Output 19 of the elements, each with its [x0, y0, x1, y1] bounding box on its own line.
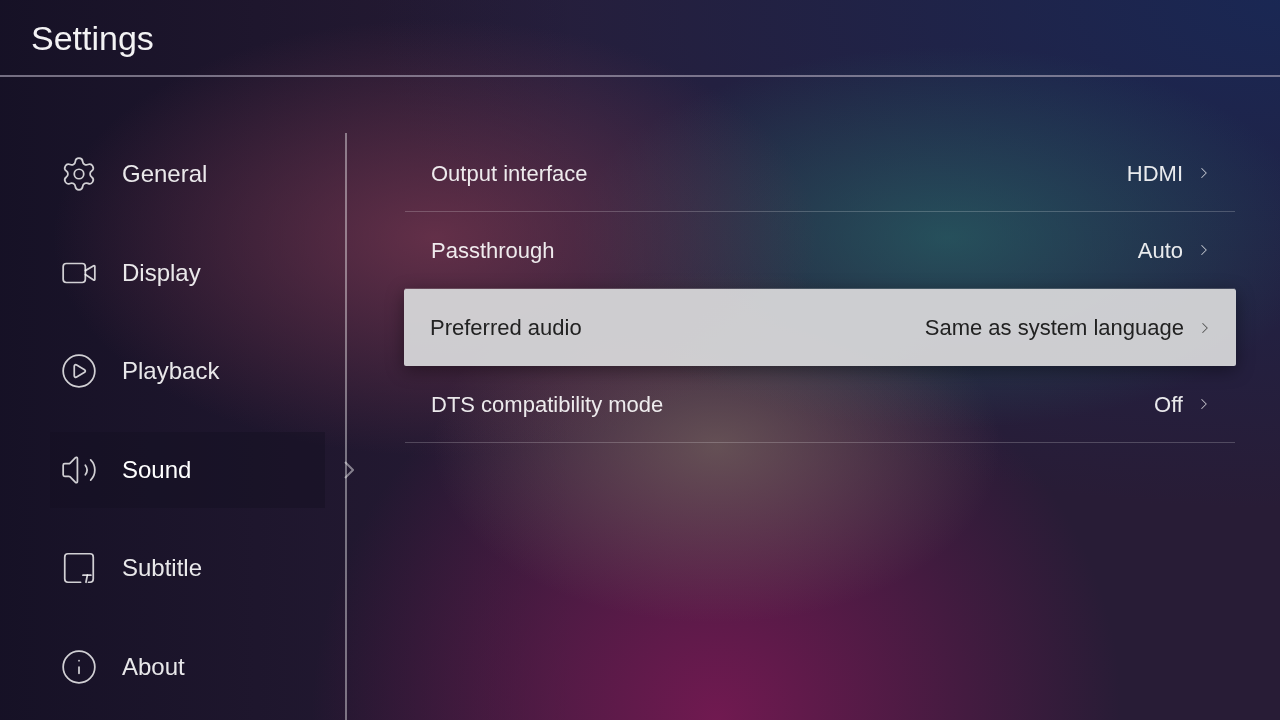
- play-circle-icon: [60, 352, 98, 391]
- sidebar-item[interactable]: Playback: [50, 333, 325, 410]
- setting-row[interactable]: Output interface HDMI: [405, 135, 1235, 212]
- setting-label: Passthrough: [431, 236, 555, 265]
- sidebar-item[interactable]: Subtitle: [50, 530, 325, 607]
- setting-label: DTS compatibility mode: [431, 390, 664, 419]
- sidebar-item[interactable]: General: [50, 136, 325, 213]
- setting-value: Auto: [1137, 236, 1183, 265]
- sidebar-item[interactable]: Display: [50, 234, 325, 311]
- setting-row[interactable]: DTS compatibility mode Off: [405, 366, 1235, 443]
- setting-value: Same as system language: [924, 314, 1184, 342]
- sidebar-item[interactable]: About: [50, 628, 325, 705]
- page-title: Settings: [31, 20, 154, 55]
- setting-label: Preferred audio: [430, 314, 582, 342]
- setting-row[interactable]: Preferred audio Same as system language: [404, 289, 1236, 366]
- setting-label: Output interface: [431, 159, 588, 188]
- info-icon: [60, 647, 98, 686]
- setting-value: HDMI: [1126, 159, 1183, 188]
- setting-value: Off: [1154, 390, 1183, 419]
